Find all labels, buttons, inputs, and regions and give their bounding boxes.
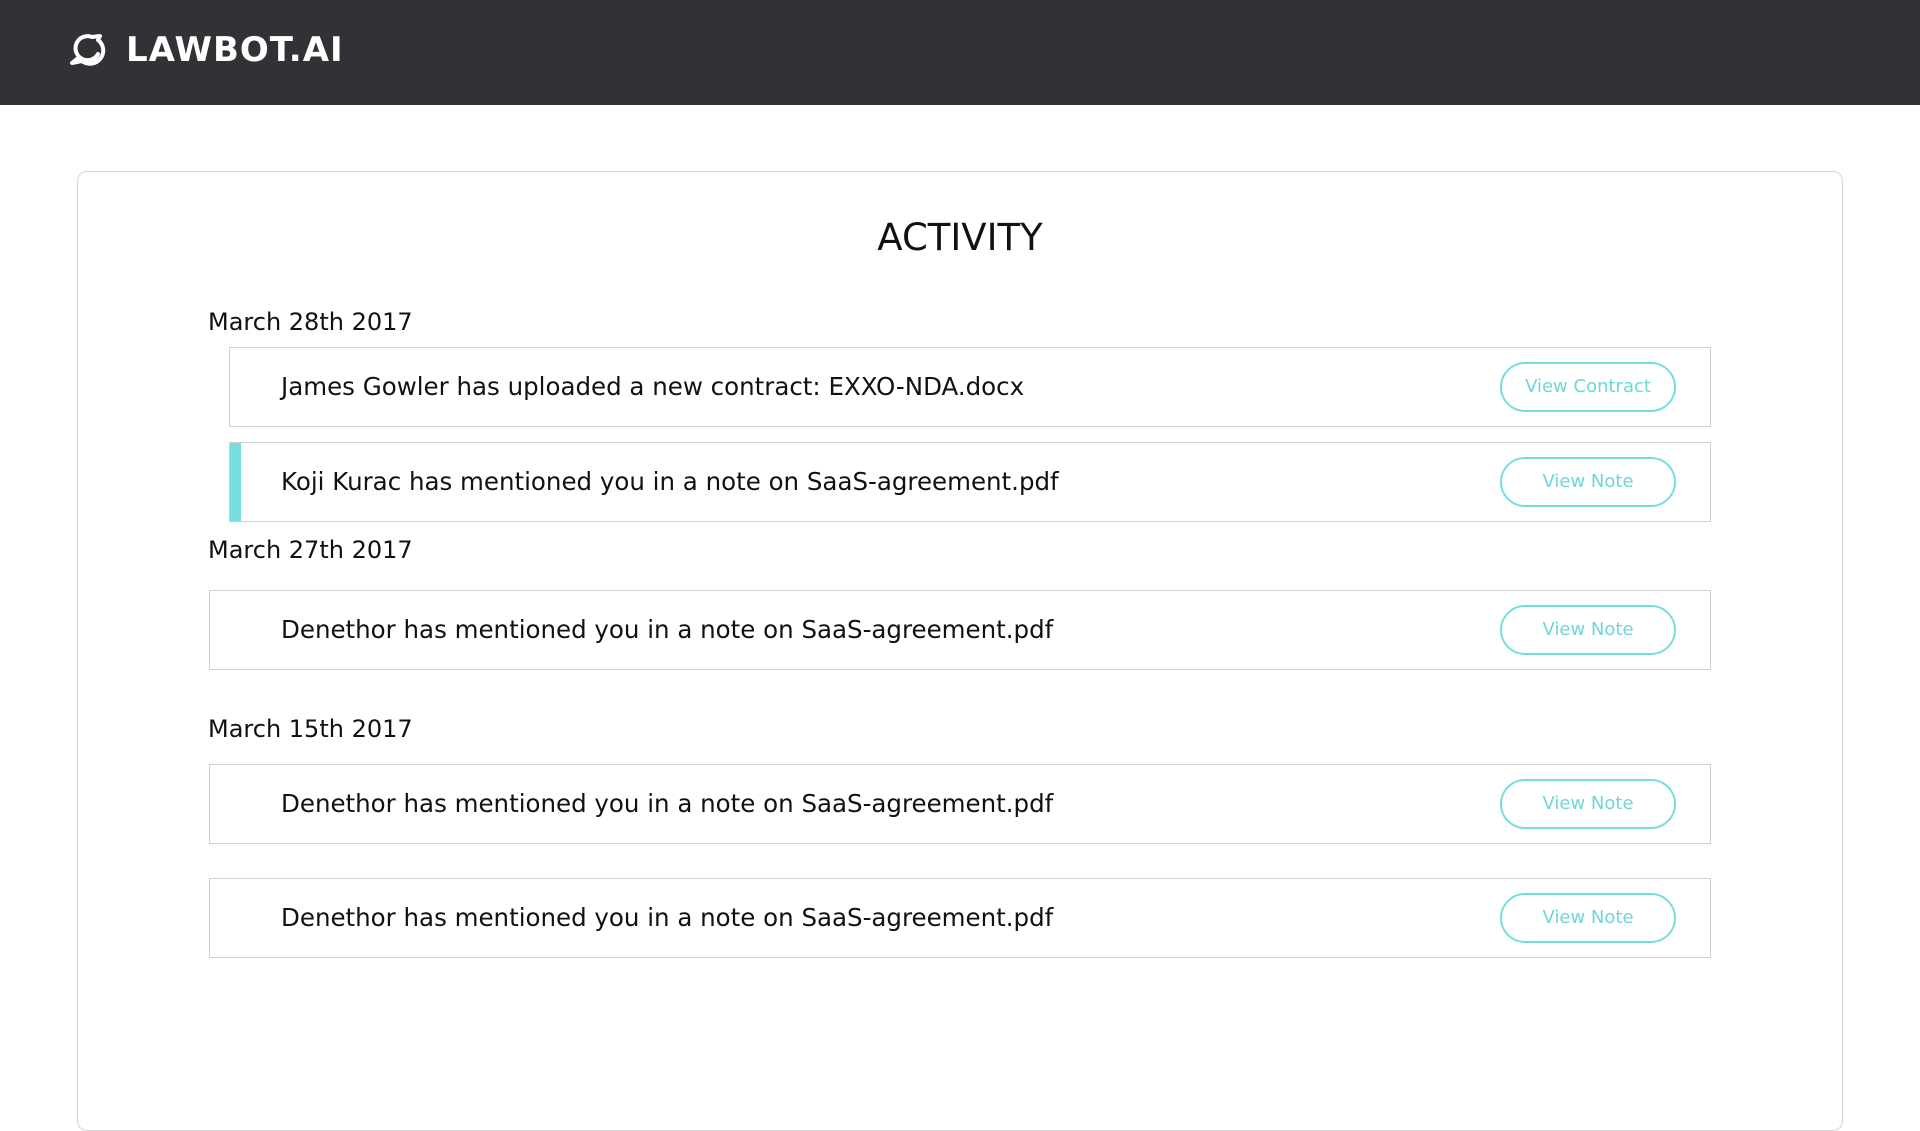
view-note-button[interactable]: View Note bbox=[1500, 605, 1676, 655]
unread-indicator bbox=[230, 443, 241, 521]
view-note-button[interactable]: View Note bbox=[1500, 779, 1676, 829]
view-note-button[interactable]: View Note bbox=[1500, 457, 1676, 507]
activity-item: Denethor has mentioned you in a note on … bbox=[209, 590, 1711, 670]
activity-text: Koji Kurac has mentioned you in a note o… bbox=[281, 467, 1059, 496]
activity-text: Denethor has mentioned you in a note on … bbox=[281, 903, 1054, 932]
activity-text: Denethor has mentioned you in a note on … bbox=[281, 615, 1054, 644]
top-bar: LAWBOT.AI bbox=[0, 0, 1920, 105]
view-note-button[interactable]: View Note bbox=[1500, 893, 1676, 943]
brand-name: LAWBOT.AI bbox=[126, 30, 344, 70]
activity-text: Denethor has mentioned you in a note on … bbox=[281, 789, 1054, 818]
view-contract-button[interactable]: View Contract bbox=[1500, 362, 1676, 412]
date-heading: March 15th 2017 bbox=[208, 715, 413, 743]
activity-text: James Gowler has uploaded a new contract… bbox=[281, 372, 1025, 401]
page-title: ACTIVITY bbox=[877, 216, 1043, 259]
speech-bubble-swirl-icon bbox=[70, 30, 106, 70]
activity-item: Denethor has mentioned you in a note on … bbox=[209, 878, 1711, 958]
logo[interactable]: LAWBOT.AI bbox=[70, 30, 344, 70]
activity-item: James Gowler has uploaded a new contract… bbox=[229, 347, 1711, 427]
date-heading: March 28th 2017 bbox=[208, 308, 413, 336]
date-heading: March 27th 2017 bbox=[208, 536, 413, 564]
activity-item-highlighted: Koji Kurac has mentioned you in a note o… bbox=[229, 442, 1711, 522]
activity-item: Denethor has mentioned you in a note on … bbox=[209, 764, 1711, 844]
